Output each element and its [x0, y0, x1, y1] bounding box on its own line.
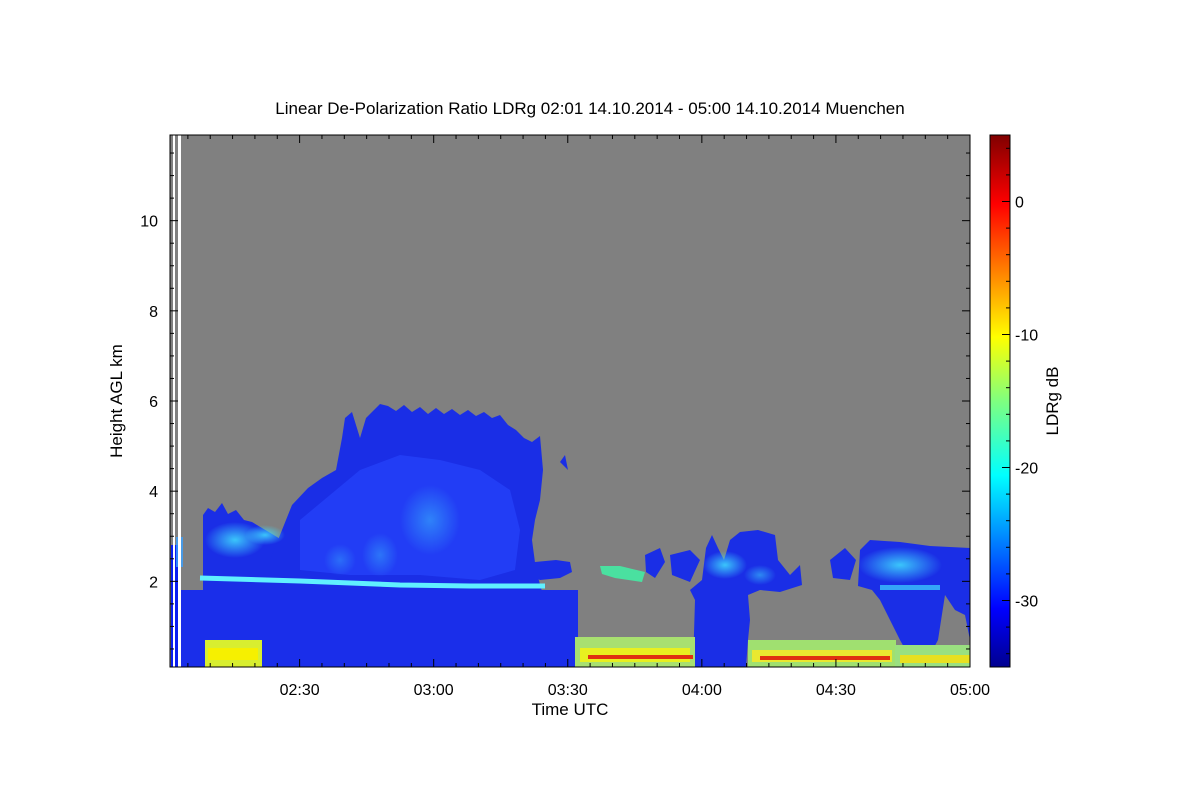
y-tick-label: 8 [149, 304, 158, 321]
x-tick-label: 04:00 [682, 682, 722, 699]
ldr-chart: Linear De-Polarization Ratio LDRg 02:01 … [107, 99, 1062, 719]
x-tick-label: 04:30 [816, 682, 856, 699]
colorbar [989, 134, 1011, 668]
plot-data [170, 135, 970, 667]
y-tick-label: 10 [140, 214, 158, 231]
x-axis-label: Time UTC [532, 700, 609, 719]
x-tick-label: 03:30 [548, 682, 588, 699]
colorbar-tick-label: 0 [1015, 195, 1024, 212]
y-axis-label: Height AGL km [107, 344, 126, 458]
chart-title: Linear De-Polarization Ratio LDRg 02:01 … [275, 99, 904, 118]
y-tick-label: 2 [149, 574, 158, 591]
y-tick-label: 4 [149, 484, 158, 501]
y-tick-label: 6 [149, 394, 158, 411]
x-tick-label: 02:30 [280, 682, 320, 699]
colorbar-tick-label: -30 [1015, 594, 1038, 611]
colorbar-tick-label: -10 [1015, 328, 1038, 345]
x-tick-label: 03:00 [414, 682, 454, 699]
colorbar-tick-label: -20 [1015, 461, 1038, 478]
x-tick-label: 05:00 [950, 682, 990, 699]
colorbar-label: LDRg dB [1043, 367, 1062, 436]
